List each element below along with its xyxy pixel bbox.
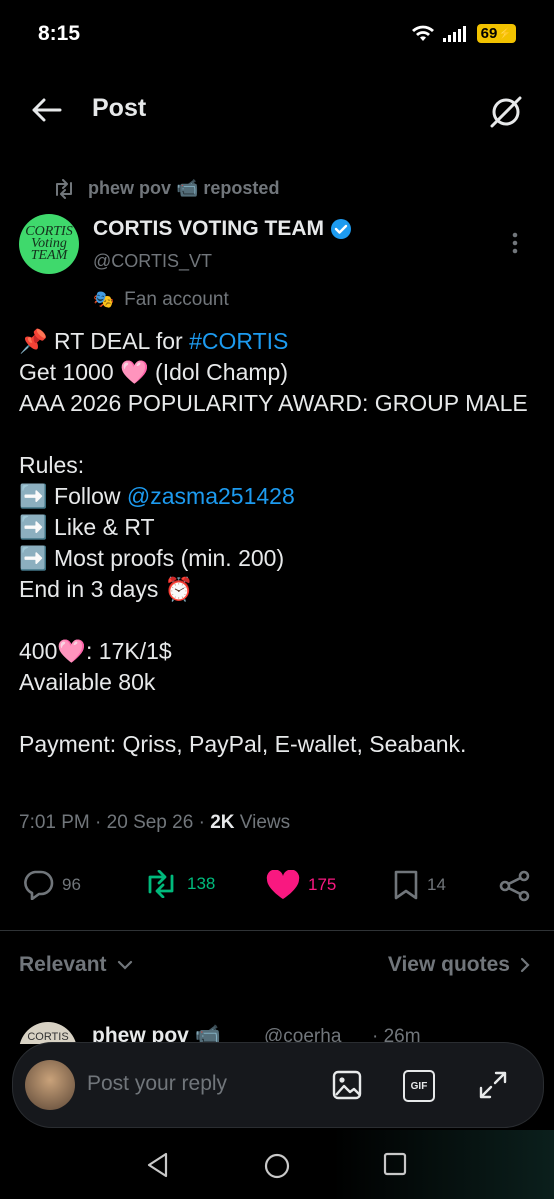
post-meta: 7:01 PM · 20 Sep 26 · 2K Views bbox=[19, 812, 291, 833]
repost-count: 138 bbox=[187, 874, 216, 893]
expand-icon[interactable] bbox=[477, 1069, 509, 1101]
post-text: ➡️ Follow bbox=[19, 483, 127, 509]
action-bar: 96 138 175 14 bbox=[0, 862, 554, 906]
reposted-by-text: phew pov 📹 reposted bbox=[88, 178, 280, 198]
author-handle[interactable]: @CORTIS_VT bbox=[93, 251, 212, 272]
wifi-icon bbox=[411, 25, 434, 41]
system-icons: 69 ⚡ bbox=[411, 24, 516, 43]
hashtag-link[interactable]: #CORTIS bbox=[189, 328, 288, 354]
signal-icon bbox=[442, 25, 466, 42]
post-line: AAA 2026 POPULARITY AWARD: GROUP MALE bbox=[19, 390, 528, 416]
status-time: 8:15 bbox=[38, 22, 81, 45]
repost-icon bbox=[148, 870, 174, 898]
back-arrow-icon[interactable] bbox=[32, 98, 62, 122]
post-text: 📌 RT DEAL for bbox=[19, 328, 190, 354]
verified-badge-icon bbox=[331, 219, 351, 239]
share-button[interactable] bbox=[498, 870, 532, 902]
nav-home-icon[interactable] bbox=[263, 1152, 291, 1180]
view-quotes-label: View quotes bbox=[387, 953, 510, 976]
more-options-icon[interactable] bbox=[512, 232, 518, 254]
nav-recents-icon[interactable] bbox=[383, 1152, 407, 1176]
battery-indicator: 69 ⚡ bbox=[476, 24, 516, 43]
gif-icon[interactable]: GIF bbox=[403, 1070, 435, 1102]
views-count: 2K bbox=[210, 812, 235, 833]
view-quotes-link[interactable]: View quotes bbox=[388, 953, 530, 977]
repost-button[interactable]: 138 bbox=[143, 870, 215, 898]
author-name-row[interactable]: CORTIS VOTING TEAM bbox=[93, 217, 352, 241]
post-date: 20 Sep 26 bbox=[106, 812, 194, 833]
top-bar: Post bbox=[0, 80, 554, 140]
post-line: ➡️ Follow @zasma251428 bbox=[19, 481, 539, 512]
gif-label: GIF bbox=[410, 1080, 428, 1092]
fan-account-label: 🎭 Fan account bbox=[93, 289, 229, 311]
page-title: Post bbox=[92, 94, 147, 122]
reply-avatar[interactable]: CORTIS bbox=[19, 1022, 77, 1044]
divider bbox=[0, 930, 554, 931]
post-line: End in 3 days ⏰ bbox=[19, 576, 194, 602]
avatar-logo-text: CORTIS Voting TEAM bbox=[25, 224, 73, 263]
chevron-right-icon bbox=[520, 957, 530, 973]
reply-button[interactable]: 96 bbox=[22, 870, 81, 900]
author-avatar[interactable]: CORTIS Voting TEAM bbox=[19, 214, 79, 274]
post-line: Payment: Qriss, PayPal, E-wallet, Seaban… bbox=[19, 731, 467, 757]
nav-back-icon[interactable] bbox=[146, 1152, 170, 1178]
bookmark-count: 14 bbox=[427, 875, 446, 894]
reply-count: 96 bbox=[62, 875, 81, 894]
post-body: 📌 RT DEAL for #CORTIS Get 1000 🩷 (Idol C… bbox=[19, 326, 539, 760]
sort-dropdown[interactable]: Relevant bbox=[19, 953, 133, 977]
mention-link[interactable]: @zasma251428 bbox=[127, 483, 295, 509]
fan-account-text: Fan account bbox=[124, 289, 229, 310]
system-nav-bar bbox=[0, 1130, 554, 1199]
sort-label: Relevant bbox=[19, 953, 107, 976]
reposted-by[interactable]: phew pov 📹 reposted bbox=[52, 178, 279, 199]
reply-input[interactable]: Post your reply bbox=[87, 1072, 227, 1096]
reply-preview[interactable]: CORTIS phew pov 📹 @coerha · 26m bbox=[19, 1022, 539, 1044]
status-bar: 8:15 69 ⚡ bbox=[0, 0, 554, 70]
share-icon bbox=[499, 870, 530, 902]
reply-author-name: phew pov 📹 bbox=[92, 1024, 221, 1044]
chevron-down-icon bbox=[117, 960, 132, 970]
grok-icon[interactable] bbox=[488, 94, 524, 130]
post-line: Get 1000 🩷 (Idol Champ) bbox=[19, 359, 288, 385]
like-count: 175 bbox=[308, 875, 337, 894]
masks-icon: 🎭 bbox=[93, 290, 115, 309]
like-button[interactable]: 175 bbox=[266, 870, 336, 900]
post-line: Available 80k bbox=[19, 669, 156, 695]
post-line: Rules: bbox=[19, 452, 85, 478]
battery-level: 69 bbox=[480, 25, 498, 42]
user-avatar[interactable] bbox=[25, 1060, 75, 1110]
post-line: 400🩷: 17K/1$ bbox=[19, 638, 172, 664]
views-label[interactable]: Views bbox=[240, 812, 290, 833]
post-line: 📌 RT DEAL for #CORTIS bbox=[19, 326, 539, 357]
heart-icon bbox=[266, 870, 300, 899]
author-name: CORTIS VOTING TEAM bbox=[93, 217, 324, 240]
reply-composer: Post your reply GIF bbox=[12, 1042, 544, 1128]
image-icon[interactable] bbox=[331, 1069, 363, 1101]
post-time: 7:01 PM bbox=[19, 812, 90, 833]
post-line: ➡️ Like & RT bbox=[19, 514, 155, 540]
post-line: ➡️ Most proofs (min. 200) bbox=[19, 545, 285, 571]
bookmark-button[interactable]: 14 bbox=[393, 870, 446, 900]
repost-icon bbox=[56, 178, 72, 199]
bookmark-icon bbox=[394, 870, 418, 900]
reply-icon bbox=[24, 870, 54, 900]
